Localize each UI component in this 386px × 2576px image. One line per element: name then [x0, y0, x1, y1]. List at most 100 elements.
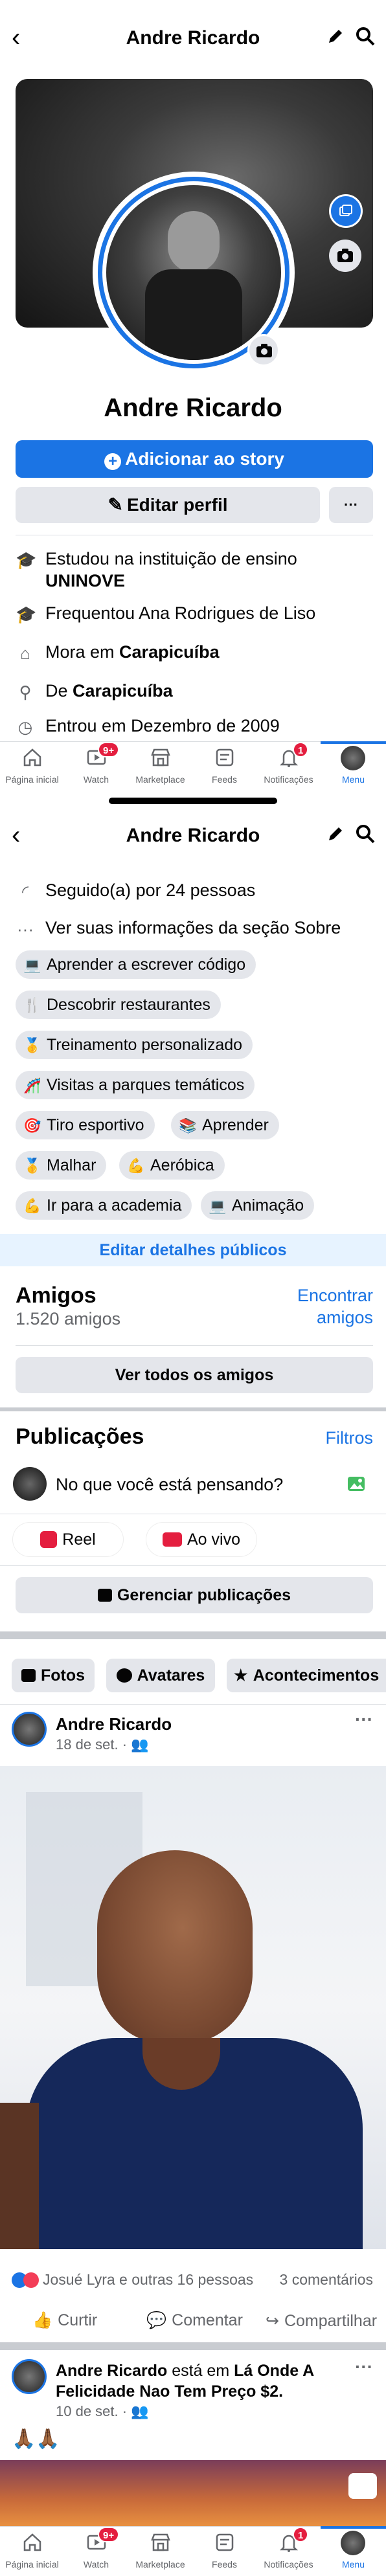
- tab-home[interactable]: Página inicial: [0, 2527, 64, 2576]
- profile-avatar[interactable]: [106, 185, 281, 360]
- interest-chip[interactable]: 💻 Aprender a escrever código: [16, 950, 256, 979]
- see-all-friends-button[interactable]: Ver todos os amigos: [16, 1357, 373, 1393]
- info-joined-text: Entrou em Dezembro de 2009: [45, 716, 280, 735]
- interest-chip[interactable]: 🍴 Descobrir restaurantes: [16, 991, 221, 1019]
- tab-marketplace[interactable]: Marketplace: [128, 2527, 192, 2576]
- home-indicator: [109, 798, 277, 804]
- tab-watch[interactable]: 9+ Watch: [64, 742, 128, 794]
- info-from-place[interactable]: Carapicuíba: [73, 681, 173, 700]
- tab-home[interactable]: Página inicial: [0, 742, 64, 794]
- tab-home-label: Página inicial: [5, 774, 59, 785]
- add-story-button[interactable]: + Adicionar ao story: [16, 440, 373, 478]
- info-studied-place[interactable]: UNINOVE: [45, 571, 125, 590]
- search-icon[interactable]: [355, 26, 376, 47]
- pencil-icon: ✎: [108, 495, 123, 515]
- post-date-text: 18 de set. ·: [56, 1736, 128, 1753]
- like-button[interactable]: 👍 Curtir: [32, 2311, 97, 2330]
- marketplace-icon: [151, 2533, 170, 2551]
- post-reactions[interactable]: Josué Lyra e outras 16 pessoas: [12, 2271, 253, 2289]
- post-more-icon[interactable]: ···: [355, 2357, 373, 2377]
- tab-notifications[interactable]: 1 Notificações: [256, 2527, 321, 2576]
- post-text: 🙏🏾🙏🏾: [12, 2428, 60, 2450]
- tab-marketplace-label: Marketplace: [135, 2559, 185, 2570]
- live-button[interactable]: Ao vivo: [146, 1523, 256, 1556]
- interest-chip[interactable]: 🎯 Tiro esportivo: [16, 1111, 155, 1139]
- interest-chip[interactable]: 💪 Aeróbica: [119, 1151, 225, 1180]
- live-video-icon: [163, 1532, 182, 1547]
- avatars-tab-button[interactable]: Avatares: [106, 1659, 215, 1692]
- post-author-avatar[interactable]: [12, 2359, 47, 2394]
- house-icon: ⌂: [20, 644, 30, 663]
- interest-chip[interactable]: 🥇 Treinamento personalizado: [16, 1031, 253, 1059]
- tab-watch[interactable]: 9+ Watch: [64, 2527, 128, 2576]
- info-lives-place[interactable]: Carapicuíba: [119, 642, 220, 662]
- edit-public-details-button[interactable]: Editar detalhes públicos: [0, 1234, 386, 1266]
- roller-coaster-icon: 🎢: [23, 1077, 41, 1093]
- interest-chip[interactable]: 🎢 Visitas a parques temáticos: [16, 1071, 255, 1099]
- avatar-camera-button[interactable]: [247, 334, 280, 366]
- interest-label: Aeróbica: [150, 1156, 214, 1174]
- composer-input[interactable]: No que você está pensando?: [56, 1475, 283, 1495]
- manage-icon: [97, 1589, 112, 1602]
- post-author-name[interactable]: Andre Ricardo: [56, 1714, 172, 1734]
- more-options-button[interactable]: ···: [329, 487, 373, 523]
- fork-knife-icon: 🍴: [23, 997, 41, 1013]
- interest-label: Animação: [232, 1196, 304, 1215]
- notifications-badge: 1: [293, 2527, 309, 2542]
- filters-link[interactable]: Filtros: [285, 1428, 374, 1448]
- events-tab-button[interactable]: Acontecimentos: [227, 1659, 386, 1692]
- cover-edit-button[interactable]: [329, 194, 363, 228]
- cover-camera-button[interactable]: [329, 240, 361, 272]
- post-more-icon[interactable]: ···: [355, 1709, 373, 1730]
- tab-notifications[interactable]: 1 Notificações: [256, 742, 321, 794]
- laptop-icon: 💻: [23, 957, 41, 973]
- interest-label: Visitas a parques temáticos: [47, 1076, 245, 1094]
- reel-icon: [40, 1531, 58, 1548]
- interest-chip[interactable]: 💻 Animação: [201, 1191, 315, 1220]
- bottom-tab-bar: Página inicial 9+ Watch Marketplace Feed…: [0, 2526, 386, 2576]
- search-icon[interactable]: [355, 823, 376, 844]
- post-author-avatar[interactable]: [12, 1712, 47, 1747]
- edit-profile-button[interactable]: ✎ Editar perfil: [16, 487, 320, 523]
- live-label: Ao vivo: [187, 1530, 240, 1549]
- comment-button[interactable]: 💬 Comentar: [146, 2311, 243, 2330]
- post-comments-count[interactable]: 3 comentários: [259, 2271, 373, 2289]
- interest-chip[interactable]: 📚 Aprender: [171, 1111, 279, 1139]
- clock-icon: ◷: [17, 717, 33, 737]
- tab-menu[interactable]: Menu: [321, 741, 386, 794]
- edit-pencil-icon[interactable]: [325, 26, 346, 47]
- friends-title: Amigos: [16, 1283, 96, 1308]
- photos-tab-button[interactable]: Fotos: [12, 1659, 95, 1692]
- post-photo-2[interactable]: [0, 2460, 386, 2526]
- comment-bubble-icon: 💬: [146, 2311, 167, 2329]
- profile-name: Andre Ricardo: [104, 394, 282, 422]
- watch-badge: 9+: [98, 742, 120, 757]
- composer-avatar[interactable]: [13, 1467, 47, 1501]
- avatars-tab-label: Avatares: [137, 1666, 205, 1685]
- share-button[interactable]: ↪ Compartilhar: [266, 2311, 377, 2331]
- love-reaction-icon: [23, 2272, 39, 2288]
- post-photo[interactable]: [0, 1766, 386, 2249]
- reel-button[interactable]: Reel: [13, 1523, 123, 1556]
- tab-feeds[interactable]: Feeds: [192, 742, 256, 794]
- notifications-badge: 1: [293, 742, 309, 757]
- tab-menu[interactable]: Menu: [321, 2526, 386, 2576]
- divider: [0, 1565, 386, 1566]
- interest-chip[interactable]: 🥇 Malhar: [16, 1151, 107, 1180]
- info-about-text: Ver suas informações da seção Sobre: [45, 918, 341, 937]
- tab-watch-label: Watch: [83, 2559, 109, 2570]
- post-author-name[interactable]: Andre Ricardo: [56, 2362, 167, 2380]
- avatars-icon: [116, 1668, 132, 1683]
- manage-posts-button[interactable]: Gerenciar publicações: [16, 1577, 373, 1613]
- interest-chip[interactable]: 💪 Ir para a academia: [16, 1191, 192, 1220]
- find-friends-link[interactable]: Encontrar amigos: [259, 1284, 373, 1328]
- tab-feeds[interactable]: Feeds: [192, 2527, 256, 2576]
- active-tab-indicator: [321, 2526, 386, 2529]
- interest-label: Tiro esportivo: [47, 1116, 144, 1134]
- photo-upload-icon[interactable]: [346, 1473, 367, 1494]
- multi-photo-icon: [348, 2473, 377, 2499]
- tab-marketplace[interactable]: Marketplace: [128, 742, 192, 794]
- graduation-cap-icon: 🎓: [16, 550, 37, 570]
- edit-pencil-icon[interactable]: [325, 823, 346, 844]
- tab-menu-label: Menu: [341, 774, 365, 785]
